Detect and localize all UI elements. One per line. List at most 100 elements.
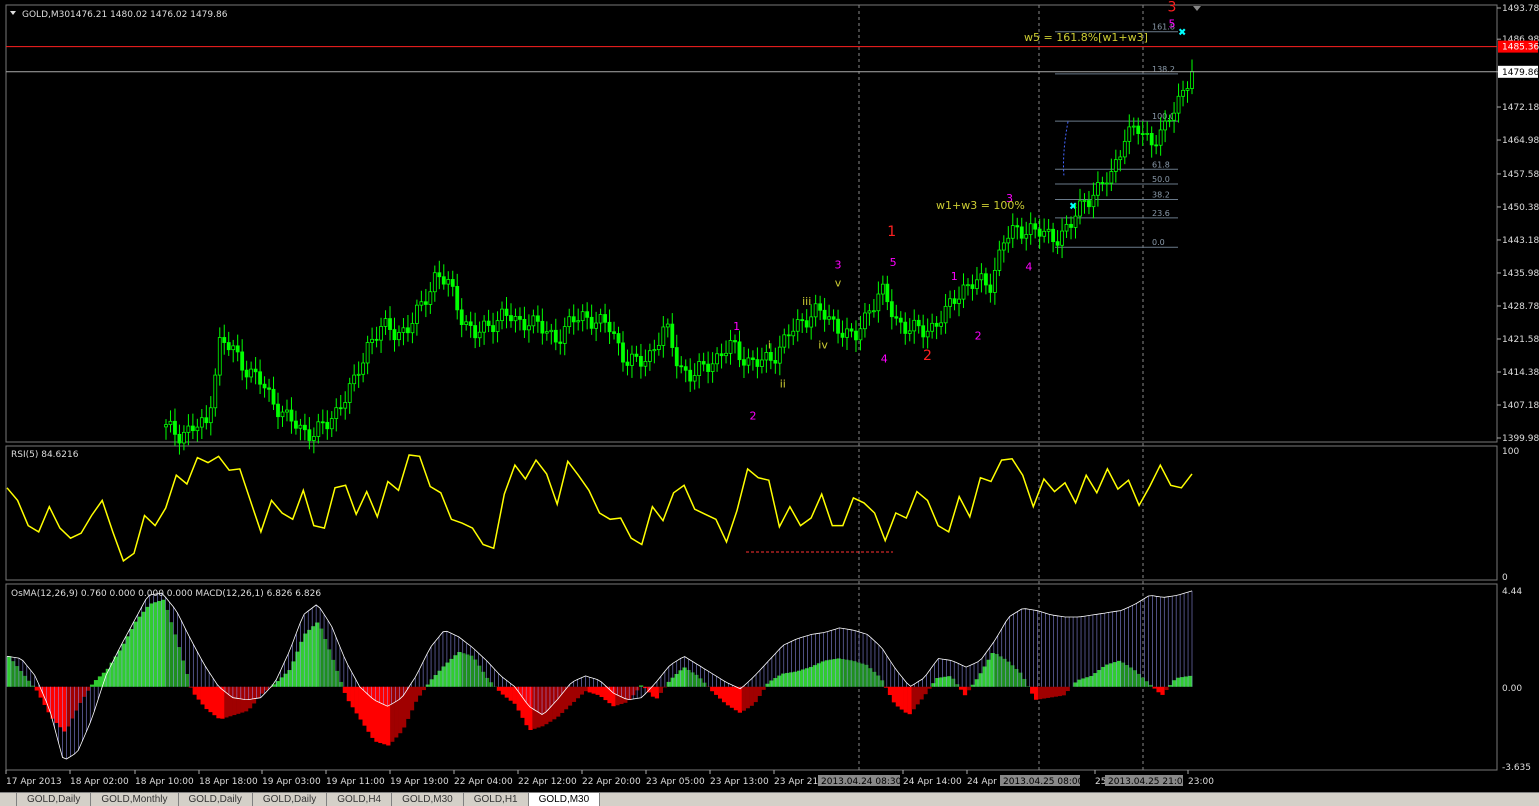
osma-bar: [991, 653, 995, 687]
osma-bar: [406, 687, 410, 719]
osma-bar: [912, 687, 916, 710]
osma-bar: [580, 687, 584, 695]
candle-body: [980, 274, 983, 280]
chart-tab[interactable]: GOLD,Monthly: [91, 793, 178, 806]
osma-bar: [19, 671, 23, 687]
x-tick-label: 23 Apr 05:00: [646, 777, 705, 787]
candle-body: [810, 317, 813, 327]
candle-body: [917, 320, 920, 325]
osma-bar: [453, 655, 457, 687]
chart-canvas[interactable]: 161.8138.2100.061.850.038.223.60.0✖✖ 12i…: [0, 0, 1539, 792]
candle-body: [648, 351, 651, 362]
osma-bar: [481, 672, 485, 687]
candle-body: [1038, 229, 1041, 236]
candle-body: [899, 318, 902, 322]
candle-body: [465, 322, 468, 325]
candle-body: [684, 367, 687, 371]
candle-body: [178, 434, 181, 443]
chart-tab[interactable]: GOLD,Daily: [253, 793, 327, 806]
candle-body: [720, 354, 723, 356]
osma-bar: [394, 687, 398, 738]
osma-bar: [943, 677, 947, 687]
osma-bar: [955, 684, 959, 687]
candle-body: [644, 361, 647, 366]
osma-bar: [291, 661, 295, 686]
osma-bar: [461, 653, 465, 687]
osma-bar: [536, 687, 540, 728]
osma-bar: [765, 684, 769, 687]
candle-body: [218, 337, 221, 375]
wave-label: 1: [951, 270, 958, 283]
chart-tab[interactable]: GOLD,Daily: [179, 793, 253, 806]
osma-bar: [844, 660, 848, 687]
candle-body: [232, 346, 235, 350]
osma-bar: [963, 687, 967, 695]
chart-tab[interactable]: GOLD,Daily: [17, 793, 91, 806]
chart-tab[interactable]: GOLD,H4: [327, 793, 392, 806]
candle-body: [254, 369, 257, 372]
w5-annotation: w5 = 161.8%[w1+w3]: [1024, 31, 1148, 44]
osma-bar: [769, 680, 773, 686]
candle-body: [375, 339, 378, 340]
candle-body: [523, 319, 526, 329]
candle-body: [308, 430, 311, 441]
osma-bar: [1160, 687, 1164, 695]
candle-body: [998, 250, 1001, 270]
chart-tab[interactable]: GOLD,M30: [392, 793, 464, 806]
candle-body: [886, 284, 889, 302]
osma-bar: [896, 687, 900, 707]
osma-bar: [880, 680, 884, 686]
tab-scroll-arrows[interactable]: [0, 793, 17, 806]
osma-bar: [876, 676, 880, 687]
candle-body: [380, 326, 383, 340]
candle-body: [182, 432, 185, 443]
osma-bar: [746, 687, 750, 708]
osma-bar: [509, 687, 513, 701]
candle-body: [411, 323, 414, 332]
osma-bar: [524, 687, 528, 725]
osma-bar: [1034, 687, 1038, 700]
osma-bar: [967, 687, 971, 690]
candle-body: [290, 410, 293, 421]
osma-bar: [663, 687, 667, 688]
chart-tab[interactable]: GOLD,H1: [464, 793, 529, 806]
candle-body: [330, 419, 333, 429]
candle-body: [205, 418, 208, 423]
price-tick-label: 1428.78: [1502, 302, 1539, 312]
candle-body: [617, 334, 620, 343]
candle-body: [554, 330, 557, 342]
vertical-date-lines: [859, 5, 1143, 770]
osma-bar: [825, 660, 829, 686]
osma-bar: [789, 672, 793, 686]
candle-body: [814, 304, 817, 317]
candle-body: [595, 323, 598, 328]
price-tick-label: 1414.38: [1502, 368, 1539, 378]
wave-label: iv: [818, 339, 828, 352]
osma-bar: [414, 687, 418, 702]
osma-bar: [323, 639, 327, 687]
candle-body: [501, 309, 504, 321]
osma-bar: [378, 687, 382, 743]
osma-bar: [489, 682, 493, 687]
candle-body: [1132, 126, 1135, 127]
fib-label: 23.6: [1152, 209, 1170, 218]
candle-body: [962, 285, 965, 299]
osma-bar: [860, 664, 864, 687]
candle-body: [1096, 182, 1099, 195]
osma-bar: [840, 659, 844, 687]
osma-bar: [603, 687, 607, 700]
osma-bar: [418, 687, 422, 696]
osma-bar: [70, 687, 74, 719]
osma-bar: [1046, 687, 1050, 698]
chart-tab[interactable]: GOLD,M30: [529, 793, 601, 806]
osma-bar: [856, 662, 860, 686]
osma-bar: [319, 629, 323, 687]
chart-menu-triangle-icon[interactable]: [10, 11, 16, 15]
osma-bar: [90, 685, 94, 687]
candle-body: [460, 310, 463, 325]
candle-body: [765, 352, 768, 360]
candle-body: [532, 316, 535, 326]
osma-bar: [54, 687, 58, 723]
wave-label: iii: [802, 295, 811, 308]
candle-body: [778, 347, 781, 363]
